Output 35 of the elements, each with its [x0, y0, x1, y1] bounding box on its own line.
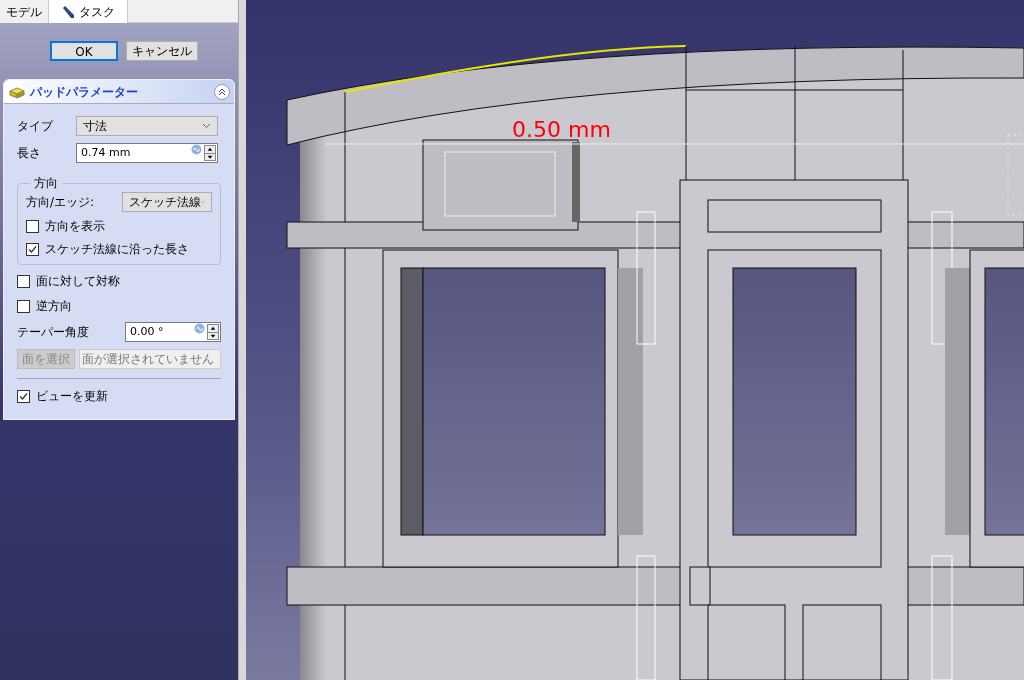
expression-icon[interactable] [194, 322, 205, 334]
dialog-button[interactable]: キャンセル [126, 41, 198, 61]
panel-title: パッドパラメーター [30, 83, 139, 101]
checkbox[interactable] [26, 242, 39, 256]
expression-icon[interactable] [191, 143, 202, 155]
checkbox[interactable] [17, 299, 30, 313]
checkbox[interactable] [17, 274, 30, 288]
direction-dropdown[interactable]: スケッチ法線 [122, 192, 212, 212]
checkbox-label: 方向を表示 [45, 218, 105, 235]
checkbox[interactable] [26, 219, 39, 233]
dimension-label: 0.50 mm [512, 116, 611, 144]
checkbox-label: スケッチ法線に沿った長さ [45, 241, 189, 258]
field-label: 方向/エッジ: [26, 194, 95, 211]
pencil-icon [61, 4, 75, 19]
checkbox-label: 面に対して対称 [36, 273, 120, 290]
field-label: タイプ [17, 118, 55, 135]
field-label: テーパー角度 [17, 324, 89, 341]
type-dropdown[interactable]: 寸法 [76, 116, 218, 136]
checkbox-label: 逆方向 [36, 298, 72, 315]
spin-buttons[interactable] [204, 145, 216, 161]
chevron-down-icon [202, 123, 211, 129]
checkbox-label: ビューを更新 [36, 388, 108, 405]
dialog-button[interactable]: OK [50, 41, 118, 61]
checkmark-icon [28, 244, 37, 254]
spin-buttons[interactable] [207, 324, 219, 340]
panel-header[interactable]: パッドパラメーター [4, 80, 234, 104]
length-input[interactable]: 0.74 mm [76, 143, 218, 163]
group-title: 方向 [33, 175, 59, 192]
tab[interactable]: モデル [0, 0, 49, 23]
checkbox[interactable] [17, 389, 30, 403]
tab[interactable]: タスク [49, 0, 128, 23]
field-label: 長さ [17, 145, 42, 162]
taper-angle-input[interactable]: 0.00 ° [125, 322, 221, 342]
checkmark-icon [19, 391, 28, 401]
collapse-icon[interactable] [214, 83, 230, 100]
